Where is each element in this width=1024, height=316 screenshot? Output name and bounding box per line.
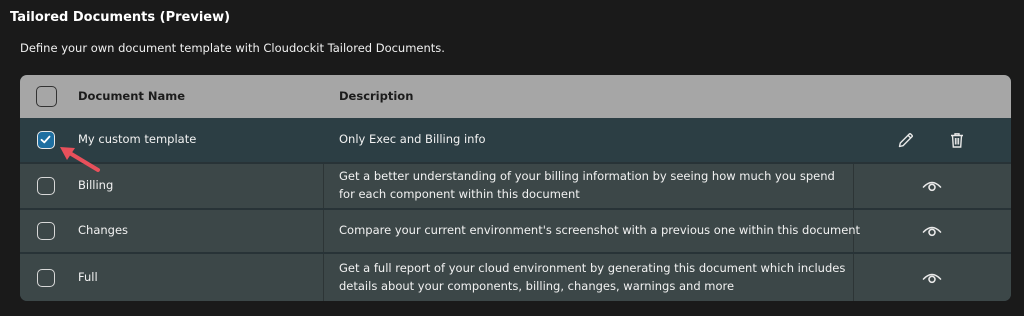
row-checkbox-checked[interactable] xyxy=(37,131,55,149)
document-name: Changes xyxy=(78,223,129,237)
select-all-checkbox[interactable] xyxy=(36,86,57,107)
document-description: Get a better understanding of your billi… xyxy=(339,169,835,201)
column-divider xyxy=(323,210,324,252)
document-description: Only Exec and Billing info xyxy=(339,132,486,146)
column-divider xyxy=(323,164,324,208)
column-divider xyxy=(853,164,854,208)
row-checkbox[interactable] xyxy=(37,269,55,287)
table-row[interactable]: Full Get a full report of your cloud env… xyxy=(20,252,1011,301)
document-name: Billing xyxy=(78,178,114,192)
pencil-icon[interactable] xyxy=(895,129,917,151)
row-checkbox[interactable] xyxy=(37,177,55,195)
eye-icon[interactable] xyxy=(921,220,943,242)
document-description: Get a full report of your cloud environm… xyxy=(339,261,846,293)
trash-icon[interactable] xyxy=(946,129,968,151)
section-description: Define your own document template with C… xyxy=(20,41,445,55)
table-row[interactable]: Billing Get a better understanding of yo… xyxy=(20,162,1011,208)
row-checkbox[interactable] xyxy=(37,222,55,240)
eye-icon[interactable] xyxy=(921,175,943,197)
section-title: Tailored Documents (Preview) xyxy=(10,10,231,25)
document-name: Full xyxy=(78,270,98,284)
header-document-name: Document Name xyxy=(78,89,186,103)
table-row[interactable]: Changes Compare your current environment… xyxy=(20,208,1011,252)
column-divider xyxy=(323,254,324,301)
table-header: Document Name Description xyxy=(20,75,1011,118)
document-description: Compare your current environment's scree… xyxy=(339,223,861,237)
table-row[interactable]: My custom template Only Exec and Billing… xyxy=(20,118,1011,162)
documents-table: Document Name Description My custom temp… xyxy=(20,75,1011,301)
eye-icon[interactable] xyxy=(921,267,943,289)
document-name: My custom template xyxy=(78,132,197,146)
checkmark-icon xyxy=(40,135,51,144)
header-description: Description xyxy=(339,89,414,103)
